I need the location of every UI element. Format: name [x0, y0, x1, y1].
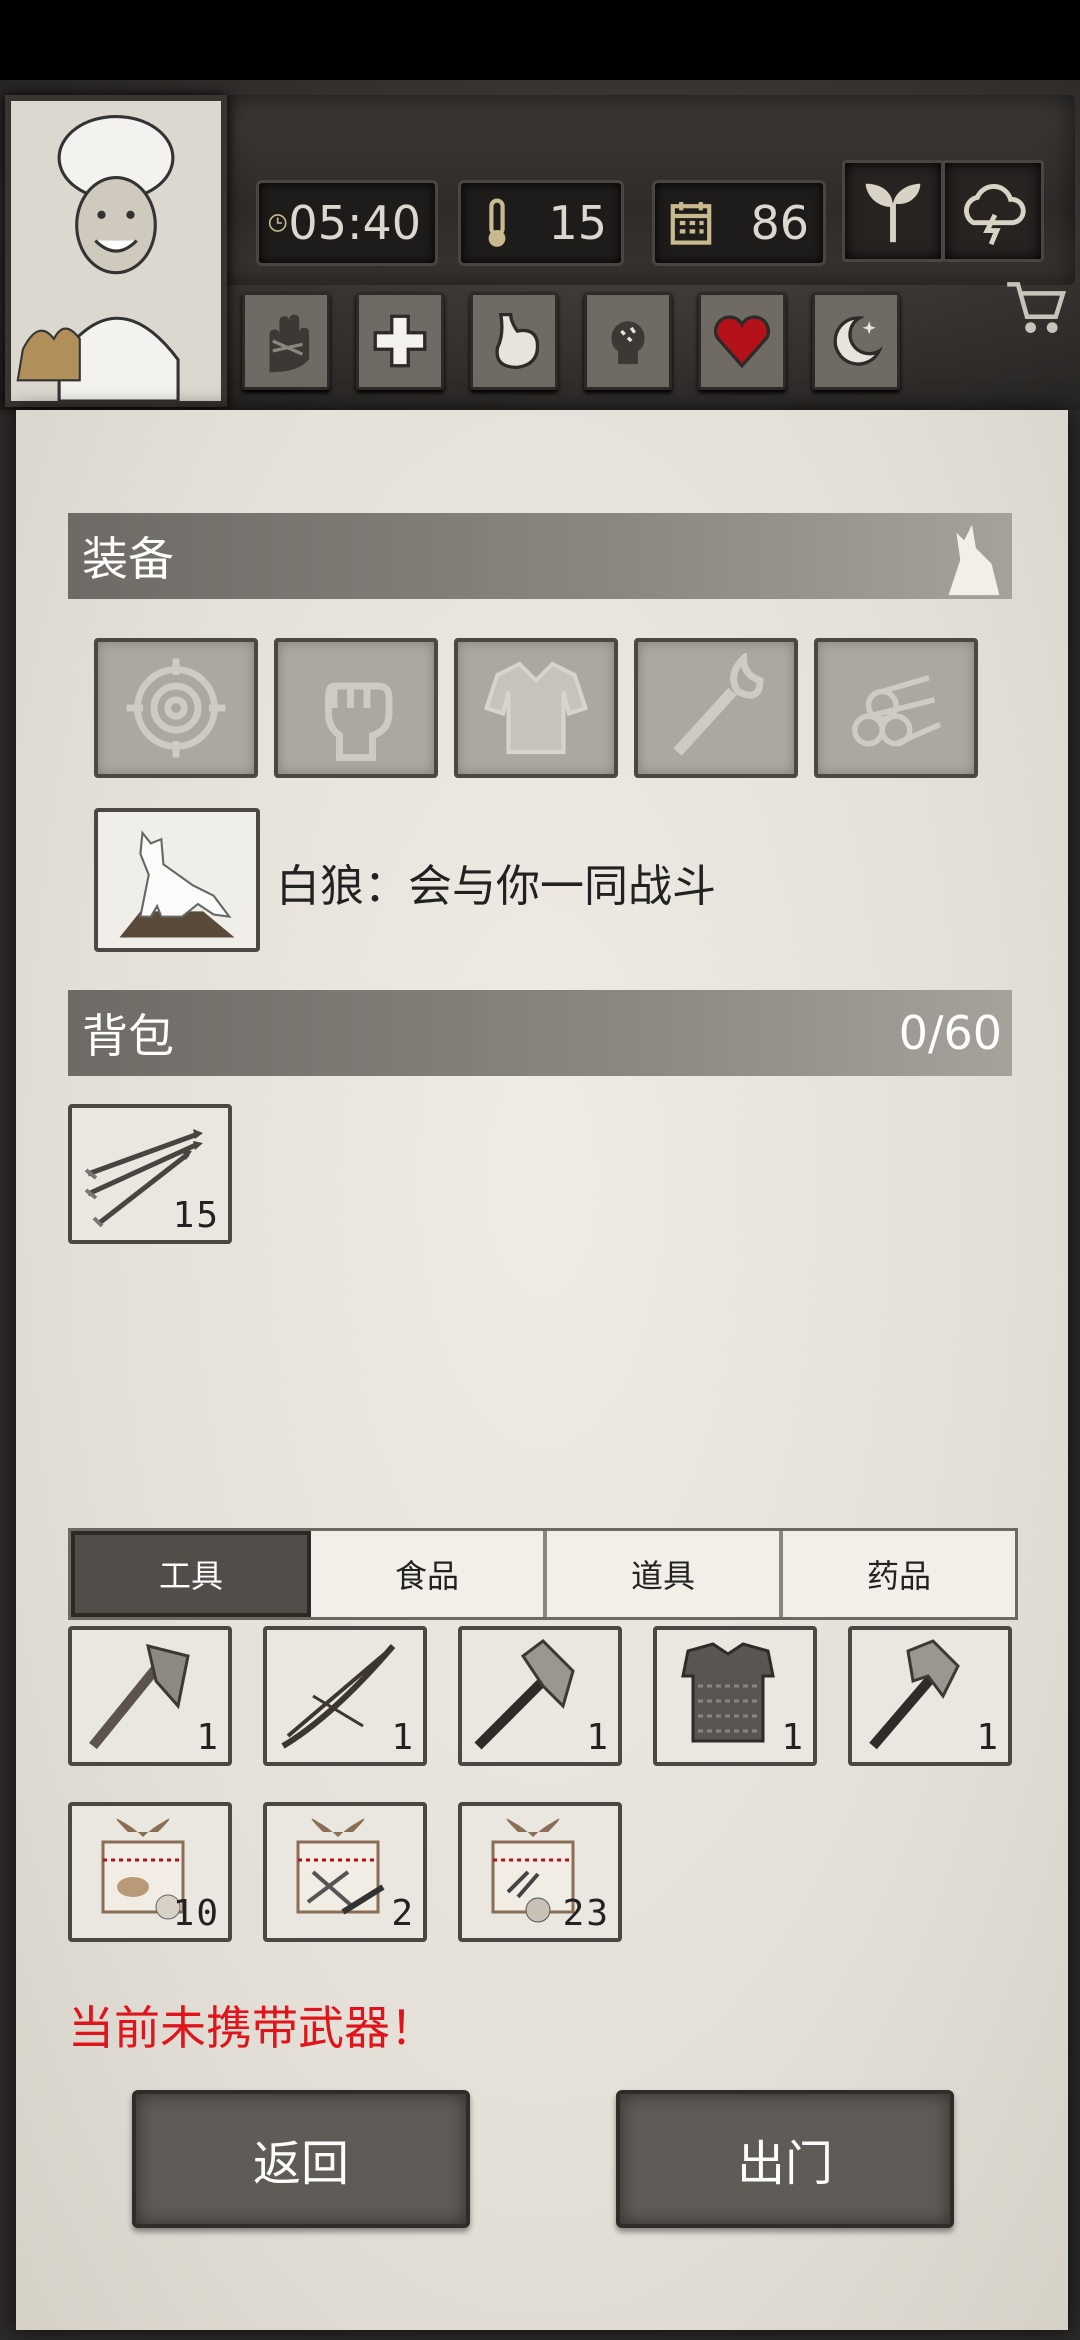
tool-item[interactable]: 1 [458, 1626, 622, 1766]
item-count: 1 [781, 1717, 805, 1758]
backpack-header: 背包 0/60 [68, 990, 1012, 1076]
stone-axe-icon [89, 1643, 190, 1750]
time-value: 05:40 [288, 196, 421, 250]
injury-button[interactable] [242, 292, 330, 390]
bandaged-hand-icon [269, 314, 310, 373]
equip-slot-fuel[interactable] [814, 638, 978, 778]
tool-item[interactable]: 1 [653, 1626, 817, 1766]
equip-slot-accessory[interactable] [94, 638, 258, 778]
fist-icon [325, 682, 393, 761]
tool-item[interactable]: 2 [263, 1802, 427, 1942]
wolf-icon [948, 524, 1000, 596]
weather-button[interactable] [942, 160, 1044, 262]
torch-icon [673, 653, 764, 756]
backpack-title: 背包 [82, 1009, 174, 1063]
pickaxe-icon [869, 1639, 960, 1750]
mood-button[interactable] [698, 292, 786, 390]
tool-item[interactable]: 23 [458, 1802, 622, 1942]
tab-props[interactable]: 道具 [547, 1531, 783, 1617]
pet-description: 白狼：会与你一同战斗 [276, 861, 716, 912]
pet-slot[interactable] [94, 808, 260, 952]
item-count: 1 [196, 1717, 220, 1758]
day-value: 86 [750, 196, 809, 250]
go-out-button[interactable]: 出门 [616, 2090, 954, 2228]
tool-item[interactable]: 10 [68, 1802, 232, 1942]
mind-button[interactable] [584, 292, 672, 390]
backpack-item[interactable]: 15 [68, 1104, 232, 1244]
item-count: 1 [391, 1717, 415, 1758]
tab-food[interactable]: 食品 [311, 1531, 547, 1617]
crossbow-icon [281, 1644, 396, 1749]
head-mind-icon [611, 321, 645, 365]
equip-slot-weapon[interactable] [274, 638, 438, 778]
iron-axe-icon [474, 1639, 575, 1750]
tool-item[interactable]: 1 [848, 1626, 1012, 1766]
equipment-header: 装备 [68, 513, 1012, 599]
stomach-icon [495, 312, 540, 370]
target-icon [126, 658, 226, 758]
item-count: 1 [586, 1717, 610, 1758]
equip-slot-armor[interactable] [454, 638, 618, 778]
plant-button[interactable] [842, 160, 944, 262]
thermometer-icon [488, 198, 506, 247]
calendar-icon [670, 202, 712, 245]
category-tabs: 工具 食品 道具 药品 [68, 1528, 1018, 1620]
back-button[interactable]: 返回 [132, 2090, 470, 2228]
seedling-icon [865, 183, 921, 243]
chainmail-icon [681, 1642, 775, 1743]
backpack-capacity: 0/60 [898, 1006, 1002, 1060]
character-portrait[interactable] [5, 95, 227, 407]
system-status-bar [0, 0, 1080, 80]
tab-medicine[interactable]: 药品 [783, 1531, 1015, 1617]
item-count: 10 [172, 1893, 220, 1934]
shop-cart-icon[interactable] [1000, 270, 1072, 342]
item-count: 15 [172, 1195, 220, 1236]
no-weapon-warning: 当前未携带武器！ [68, 2001, 436, 2055]
hunger-button[interactable] [470, 292, 558, 390]
item-count: 1 [976, 1717, 1000, 1758]
temperature-display: 15 [458, 180, 624, 266]
tool-item[interactable]: 1 [68, 1626, 232, 1766]
tab-tools[interactable]: 工具 [71, 1531, 311, 1617]
time-display: 05:40 [256, 180, 438, 266]
item-count: 23 [562, 1893, 610, 1934]
health-button[interactable] [356, 292, 444, 390]
sleep-button[interactable] [812, 292, 900, 390]
heart-icon [713, 315, 771, 369]
medical-cross-icon [373, 314, 427, 368]
equipment-title: 装备 [82, 532, 174, 586]
white-wolf-icon [98, 812, 256, 948]
temperature-value: 15 [548, 196, 607, 250]
moon-star-icon [833, 316, 883, 366]
tool-item[interactable]: 1 [263, 1626, 427, 1766]
storm-cloud-icon [964, 184, 1026, 246]
item-count: 2 [391, 1893, 415, 1934]
firewood-icon [852, 675, 942, 747]
weapon-gift-box-icon [296, 1818, 385, 1915]
shirt-icon [483, 661, 589, 755]
day-display: 86 [652, 180, 826, 266]
equip-slot-torch[interactable] [634, 638, 798, 778]
clock-icon [268, 214, 287, 232]
